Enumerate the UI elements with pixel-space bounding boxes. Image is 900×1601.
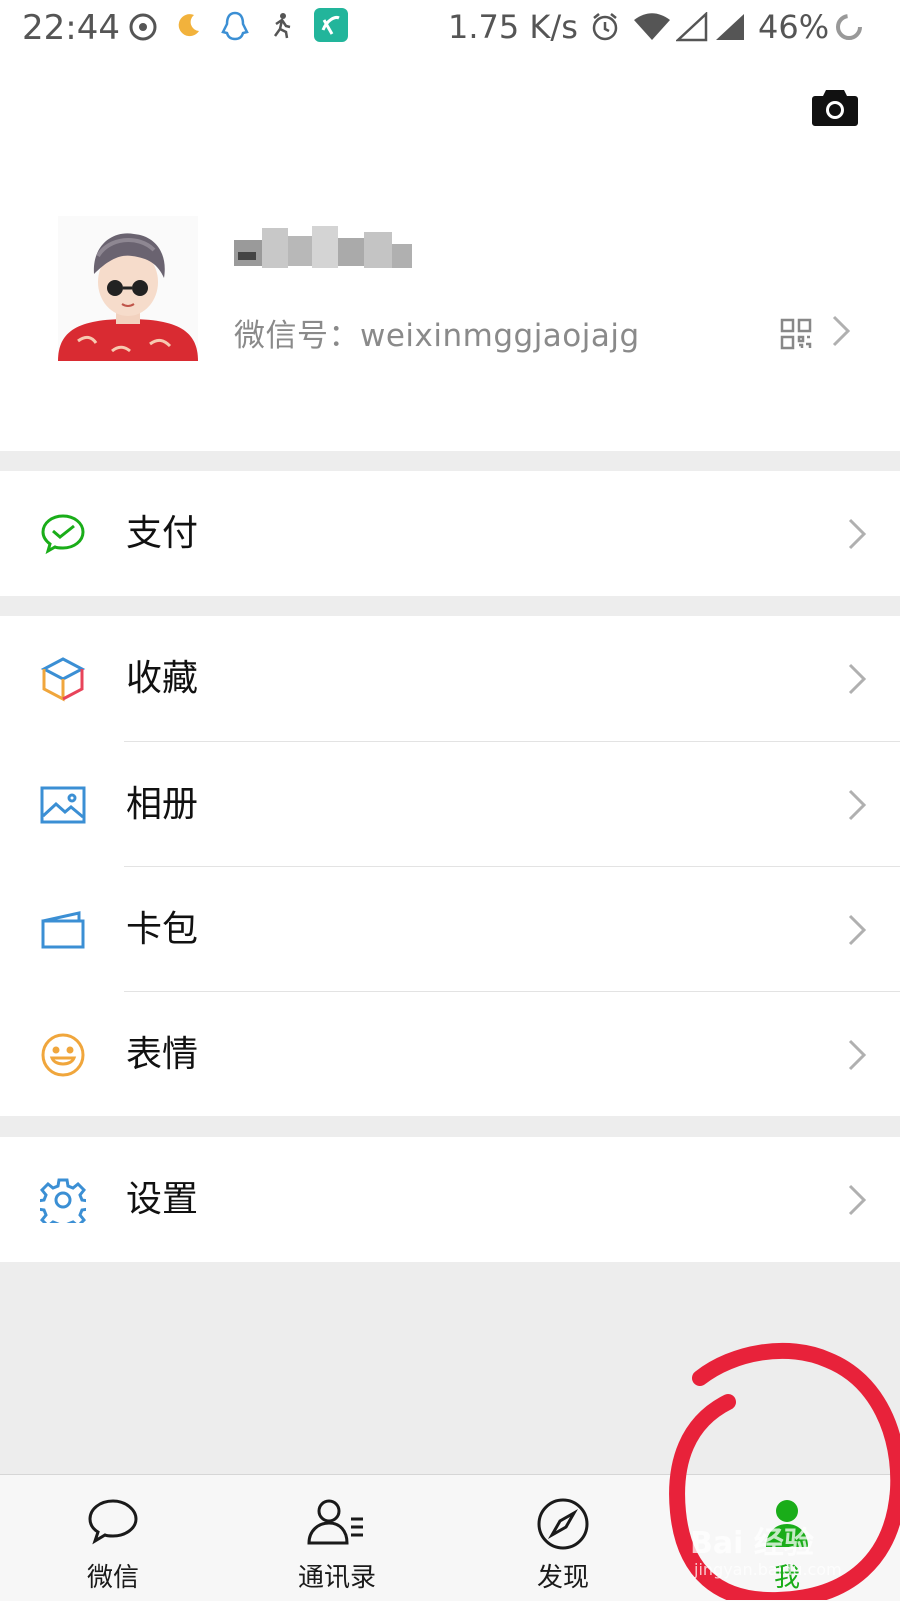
menu-item-label: 收藏 [126,658,199,699]
chevron-right-icon [846,662,868,696]
chevron-right-icon [846,913,868,947]
chevron-right-icon [846,788,868,822]
menu-item-label: 表情 [126,1034,199,1075]
menu-item-pay[interactable]: 支付 [0,471,900,596]
smile-icon [40,1032,86,1078]
card-wallet-icon [40,907,86,953]
avatar[interactable] [58,216,198,361]
chevron-right-icon[interactable] [830,314,852,348]
qq-icon [220,10,250,46]
menu-group-pay: 支付 [0,471,900,596]
runner-icon [268,12,294,44]
contacts-icon [307,1499,363,1545]
battery-percent: 46% [758,8,830,46]
moon-icon [176,12,202,42]
chevron-right-icon [846,1183,868,1217]
menu-item-stickers[interactable]: 表情 [0,992,900,1117]
menu-item-label: 设置 [126,1179,199,1220]
compass-icon [537,1498,589,1550]
tab-discover[interactable]: 发现 [488,1475,638,1601]
network-speed: 1.75 K/s [448,8,578,46]
camera-icon[interactable] [812,88,858,126]
menu-group-settings: 设置 [0,1137,900,1262]
tab-chats[interactable]: 微信 [38,1475,188,1601]
gear-icon [36,1177,90,1232]
menu-item-favorites[interactable]: 收藏 [0,616,900,741]
signal-icon [674,11,708,46]
watermark-url: jingyan.baidu.com [694,1560,842,1579]
menu-item-label: 卡包 [126,909,199,950]
app-icon [314,8,348,46]
menu-item-cards[interactable]: 卡包 [0,867,900,992]
menu-item-label: 相册 [126,784,199,825]
wechat-pay-icon [40,511,86,557]
status-time: 22:44 [22,8,120,48]
menu-group-main: 收藏 相册 卡包 表情 [0,616,900,1116]
tab-label: 通讯录 [297,1563,376,1593]
chevron-right-icon [846,1038,868,1072]
favorites-cube-icon [40,656,86,702]
menu-item-label: 支付 [126,513,199,554]
tab-label: 发现 [536,1563,589,1593]
loading-icon [834,12,864,46]
netease-music-icon [128,12,158,46]
menu-item-album[interactable]: 相册 [0,742,900,867]
tab-label: 微信 [86,1563,139,1593]
chat-bubble-icon [88,1499,138,1545]
nickname-blurred [234,222,422,274]
tab-contacts[interactable]: 通讯录 [262,1475,412,1601]
signal-icon [714,12,746,46]
chevron-right-icon [846,517,868,551]
photo-icon [40,782,86,828]
alarm-icon [590,12,620,46]
watermark: Bai 经验 [690,1526,814,1561]
wechat-id: 微信号：weixinmggjaojajg [234,318,640,354]
status-bar: 22:44 1.75 K/s 46% [0,0,900,56]
qr-code-icon[interactable] [780,318,812,350]
menu-item-settings[interactable]: 设置 [0,1137,900,1262]
wifi-icon [632,12,672,46]
